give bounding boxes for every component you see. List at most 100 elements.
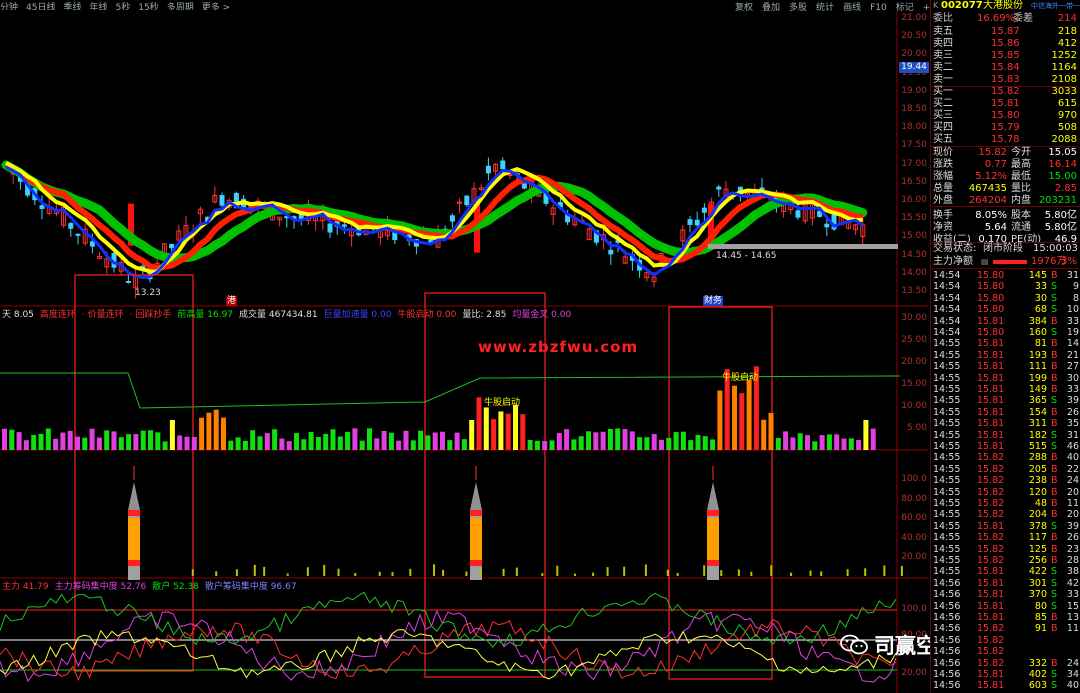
tick-row[interactable]: 14:55 15.81 81 B 14: [933, 338, 1079, 349]
tick-row[interactable]: 14:54 15.80 68 S 10: [933, 304, 1079, 315]
site-watermark: www.zbzfwu.com: [478, 338, 639, 356]
stock-concept: 中信海外一带一路: [1031, 2, 1080, 10]
bid-label: 买二: [933, 98, 953, 109]
period-tab-5[interactable]: 15秒: [138, 3, 158, 10]
volume-axis-tick: 15.00: [901, 379, 927, 389]
ask-label: 卖一: [933, 74, 953, 85]
stat-row: 总量 467435 量比 2.85: [933, 183, 1077, 194]
bid-price: 15.80: [991, 110, 1020, 121]
bid-volume: 615: [1057, 98, 1077, 109]
stock-header[interactable]: K 002077 大港股份 中信海外一带一路: [933, 0, 1080, 12]
period-tab-0[interactable]: 分钟: [0, 3, 18, 10]
tick-row[interactable]: 14:55 15.82 125 B 23: [933, 544, 1079, 555]
tick-row[interactable]: 14:56 15.81 370 S 33: [933, 589, 1079, 600]
bid-row[interactable]: 买四 15.79 508: [933, 122, 1079, 134]
period-tab-7[interactable]: 更多 >: [202, 3, 230, 10]
tick-row[interactable]: 14:55 15.82 48 B 11: [933, 498, 1079, 509]
stat-row: 净资 5.64 流通 5.80亿: [933, 222, 1077, 233]
price-axis-tick: 13.50: [901, 286, 927, 296]
period-tab-1[interactable]: 45日线: [26, 3, 55, 10]
price-axis-tick: 14.50: [901, 249, 927, 260]
bid-label: 买三: [933, 110, 953, 121]
ask-row[interactable]: 卖四 15.86 412: [933, 38, 1079, 50]
volume-axis-tick: 10.00: [901, 401, 927, 411]
tick-row[interactable]: 14:56 15.81 85 B 13: [933, 612, 1079, 623]
bid-price: 15.78: [991, 134, 1020, 145]
ask-row[interactable]: 卖一 15.83 2108: [933, 74, 1079, 86]
ask-label: 卖五: [933, 26, 953, 37]
period-tab-4[interactable]: 5秒: [116, 3, 131, 10]
volume-legend-item: 均量金叉 0.00: [512, 310, 572, 320]
tick-row[interactable]: 14:55 15.81 365 S 39: [933, 395, 1079, 406]
annotation-bull-start-1: 牛股启动: [484, 398, 521, 408]
tick-row[interactable]: 14:55 15.82 205 B 22: [933, 464, 1079, 475]
ask-price: 15.84: [991, 62, 1020, 73]
bid-row[interactable]: 买一 15.82 3033: [933, 86, 1079, 98]
range-label: 14.45 - 14.65: [716, 251, 777, 261]
tick-row[interactable]: 14:56 15.81 301 S 42: [933, 578, 1079, 589]
period-tab-2[interactable]: 季线: [63, 3, 81, 10]
bid-row[interactable]: 买三 15.80 970: [933, 110, 1079, 122]
tick-row[interactable]: 14:55 15.81 515 S 46: [933, 441, 1079, 452]
event-marker-finance[interactable]: 财务: [703, 296, 724, 306]
tick-row[interactable]: 14:56 15.81 80 S 15: [933, 601, 1079, 612]
ask-label: 卖三: [933, 50, 953, 61]
tick-row[interactable]: 14:55 15.81 193 B 21: [933, 350, 1079, 361]
stat-row: 涨跌 0.77 最高 16.14: [933, 159, 1077, 170]
tick-row[interactable]: 14:56 15.82: [933, 635, 1079, 646]
tick-row[interactable]: 14:56 15.82 91 B 11: [933, 623, 1079, 634]
event-marker-gang[interactable]: 港: [226, 296, 238, 306]
bid-row[interactable]: 买五 15.78 2088: [933, 134, 1079, 146]
tick-row[interactable]: 14:55 15.81 154 B 26: [933, 407, 1079, 418]
tick-row[interactable]: 14:55 15.81 311 B 35: [933, 418, 1079, 429]
price-axis-tick: 15.50: [901, 213, 927, 224]
volume-indicator-legend: 天 8.05 高度连环 · 价量连环 · 回踩抄手 前高量 16.97 成交量 46743…: [2, 307, 577, 320]
tick-row[interactable]: 14:55 15.81 422 S 38: [933, 566, 1079, 577]
tick-row[interactable]: 14:55 15.81 111 B 27: [933, 361, 1079, 372]
tick-row[interactable]: 14:54 15.81 384 B 33: [933, 316, 1079, 327]
bid-price: 15.81: [991, 98, 1020, 109]
tick-row[interactable]: 14:55 15.82 117 B 26: [933, 532, 1079, 543]
bid-volume: 970: [1057, 110, 1077, 121]
stat-row: 换手 8.05% 股本 5.80亿: [933, 210, 1077, 221]
volume-legend-item: · 回踩抄手: [129, 310, 172, 320]
ask-row[interactable]: 卖五 15.87 218: [933, 26, 1079, 38]
bid-label: 买五: [933, 134, 953, 145]
tick-row[interactable]: 14:56 15.81 402 S 34: [933, 669, 1079, 680]
tick-row[interactable]: 14:54 15.80 30 S 8: [933, 293, 1079, 304]
ask-row[interactable]: 卖三 15.85 1252: [933, 50, 1079, 62]
price-axis-tick: 18.00: [901, 122, 927, 133]
bid-row[interactable]: 买二 15.81 615: [933, 98, 1079, 110]
price-axis-tick: 17.00: [901, 158, 927, 169]
tick-row[interactable]: 14:56 15.82: [933, 646, 1079, 657]
volume-legend-item: 巨量加速量 0.00: [323, 310, 392, 320]
stat-row: 现价 15.82 今开 15.05: [933, 147, 1077, 158]
tick-row[interactable]: 14:55 15.81 149 B 33: [933, 384, 1079, 395]
ask-row[interactable]: 卖二 15.84 1164: [933, 62, 1079, 74]
tick-row[interactable]: 14:55 15.82 120 B 20: [933, 487, 1079, 498]
price-axis-tick: 17.50: [901, 140, 927, 151]
volume-legend-item: 牛股启动 0.00: [397, 310, 457, 320]
tick-row[interactable]: 14:56 15.82 332 B 24: [933, 658, 1079, 669]
chip-indicator-legend: 主力 41.79 主力筹码集中度 52.76 散户 52.38 散户筹码集中度 96.…: [2, 579, 303, 592]
tick-row[interactable]: 14:54 15.80 33 S 9: [933, 281, 1079, 292]
trade-status-row: 交易状态: 闭市阶段 15:00:03: [933, 243, 1078, 254]
rocket-axis-tick: 20.00: [901, 552, 927, 562]
volume-axis-tick: 30.00: [901, 313, 927, 323]
tick-row[interactable]: 14:56 15.81 603 S 40: [933, 680, 1079, 691]
ask-label: 卖四: [933, 38, 953, 49]
tick-row[interactable]: 14:55 15.82 238 B 24: [933, 475, 1079, 486]
tick-row[interactable]: 14:55 15.82 288 B 40: [933, 452, 1079, 463]
tick-row[interactable]: 14:54 15.80 160 S 19: [933, 327, 1079, 338]
tick-row[interactable]: 14:55 15.82 204 B 20: [933, 509, 1079, 520]
period-tab-6[interactable]: 多周期: [167, 3, 194, 10]
tick-row[interactable]: 14:54 15.80 145 B 31: [933, 270, 1079, 281]
tick-row[interactable]: 14:55 15.81 182 S 31: [933, 430, 1079, 441]
chip-legend-item: 散户筹码集中度 96.67: [204, 582, 297, 592]
rocket-axis-tick: 40.00: [901, 532, 927, 543]
period-tab-3[interactable]: 年线: [89, 3, 107, 10]
volume-axis-tick: 5.00: [906, 423, 927, 433]
tick-row[interactable]: 14:55 15.81 199 B 30: [933, 373, 1079, 384]
tick-row[interactable]: 14:55 15.81 378 S 39: [933, 521, 1079, 532]
tick-row[interactable]: 14:55 15.82 256 B 28: [933, 555, 1079, 566]
